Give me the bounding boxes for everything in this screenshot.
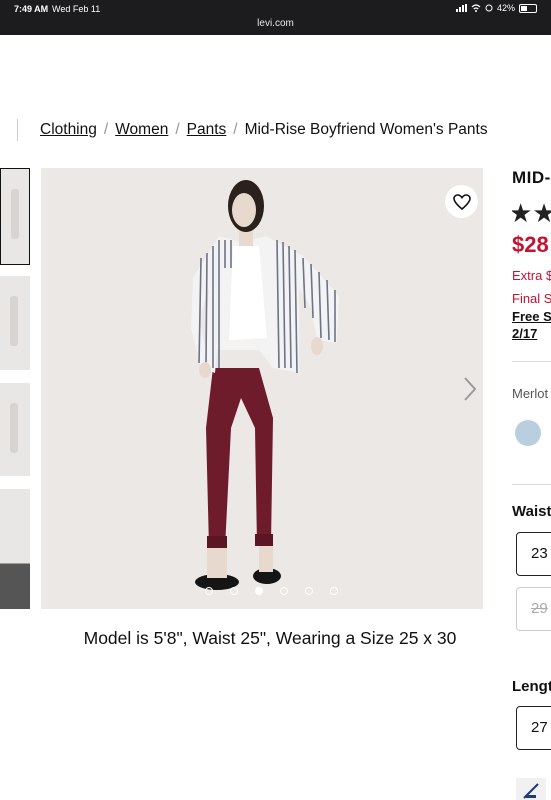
carousel-dot-active[interactable] <box>255 587 263 595</box>
carousel-dot[interactable] <box>205 587 213 595</box>
carousel-dots <box>205 587 338 595</box>
divider <box>512 484 551 485</box>
carousel-dot[interactable] <box>305 587 313 595</box>
length-option-27[interactable]: 27 <box>516 706 551 750</box>
fit-guide-icon[interactable] <box>516 778 546 800</box>
breadcrumb-divider <box>17 119 18 141</box>
signal-icon <box>455 4 467 12</box>
next-image-button[interactable] <box>461 375 479 403</box>
product-main-image[interactable] <box>41 168 483 609</box>
thumbnail-1[interactable] <box>0 168 30 265</box>
product-title: MID- <box>512 168 551 187</box>
breadcrumb-separator: / <box>175 121 180 138</box>
wifi-icon <box>471 4 481 12</box>
shipping-link[interactable]: Free S <box>512 309 551 324</box>
length-label: Lengt <box>512 678 551 695</box>
star-icon: ★ <box>512 198 533 228</box>
location-icon <box>485 4 493 12</box>
color-name: Merlot <box>512 386 549 401</box>
breadcrumb-clothing[interactable]: Clothing <box>40 121 97 139</box>
breadcrumb: Clothing / Women / Pants / Mid-Rise Boyf… <box>40 121 488 139</box>
waist-option-23[interactable]: 23 <box>516 532 551 576</box>
thumbnail-4[interactable] <box>0 489 30 609</box>
rating-stars[interactable]: ★★ <box>512 198 551 229</box>
carousel-dot[interactable] <box>330 587 338 595</box>
thumbnail-3[interactable] <box>0 383 30 476</box>
model-figure <box>191 180 339 590</box>
breadcrumb-pants[interactable]: Pants <box>187 121 227 139</box>
status-bar: 7:49 AM Wed Feb 11 42% levi.com <box>0 0 551 35</box>
color-swatch[interactable] <box>515 420 541 446</box>
promo-text: Extra $ <box>512 268 551 283</box>
model-caption: Model is 5'8", Waist 25", Wearing a Size… <box>83 628 457 648</box>
thumbnail-2[interactable] <box>0 276 30 370</box>
breadcrumb-women[interactable]: Women <box>115 121 168 139</box>
breadcrumb-separator: / <box>233 121 238 138</box>
shipping-date[interactable]: 2/17 <box>512 326 537 341</box>
product-price: $28 <box>512 232 549 257</box>
status-time: 7:49 AM <box>14 4 49 14</box>
heart-icon <box>452 193 471 210</box>
divider <box>512 361 551 362</box>
status-date: Wed Feb 11 <box>52 4 101 14</box>
breadcrumb-separator: / <box>103 121 109 138</box>
carousel-dot[interactable] <box>280 587 288 595</box>
waist-label: Waist <box>512 503 551 520</box>
product-details-panel: MID- ★★ $28 Extra $ Final S Free S 2/17 … <box>512 0 551 800</box>
waist-option-29[interactable]: 29 <box>516 587 551 631</box>
star-icon: ★ <box>532 198 551 228</box>
carousel-dot[interactable] <box>230 587 238 595</box>
address-bar[interactable]: levi.com <box>0 18 551 29</box>
wishlist-button[interactable] <box>445 185 478 218</box>
breadcrumb-current: Mid-Rise Boyfriend Women's Pants <box>244 121 488 138</box>
final-sale-text: Final S <box>512 291 551 306</box>
